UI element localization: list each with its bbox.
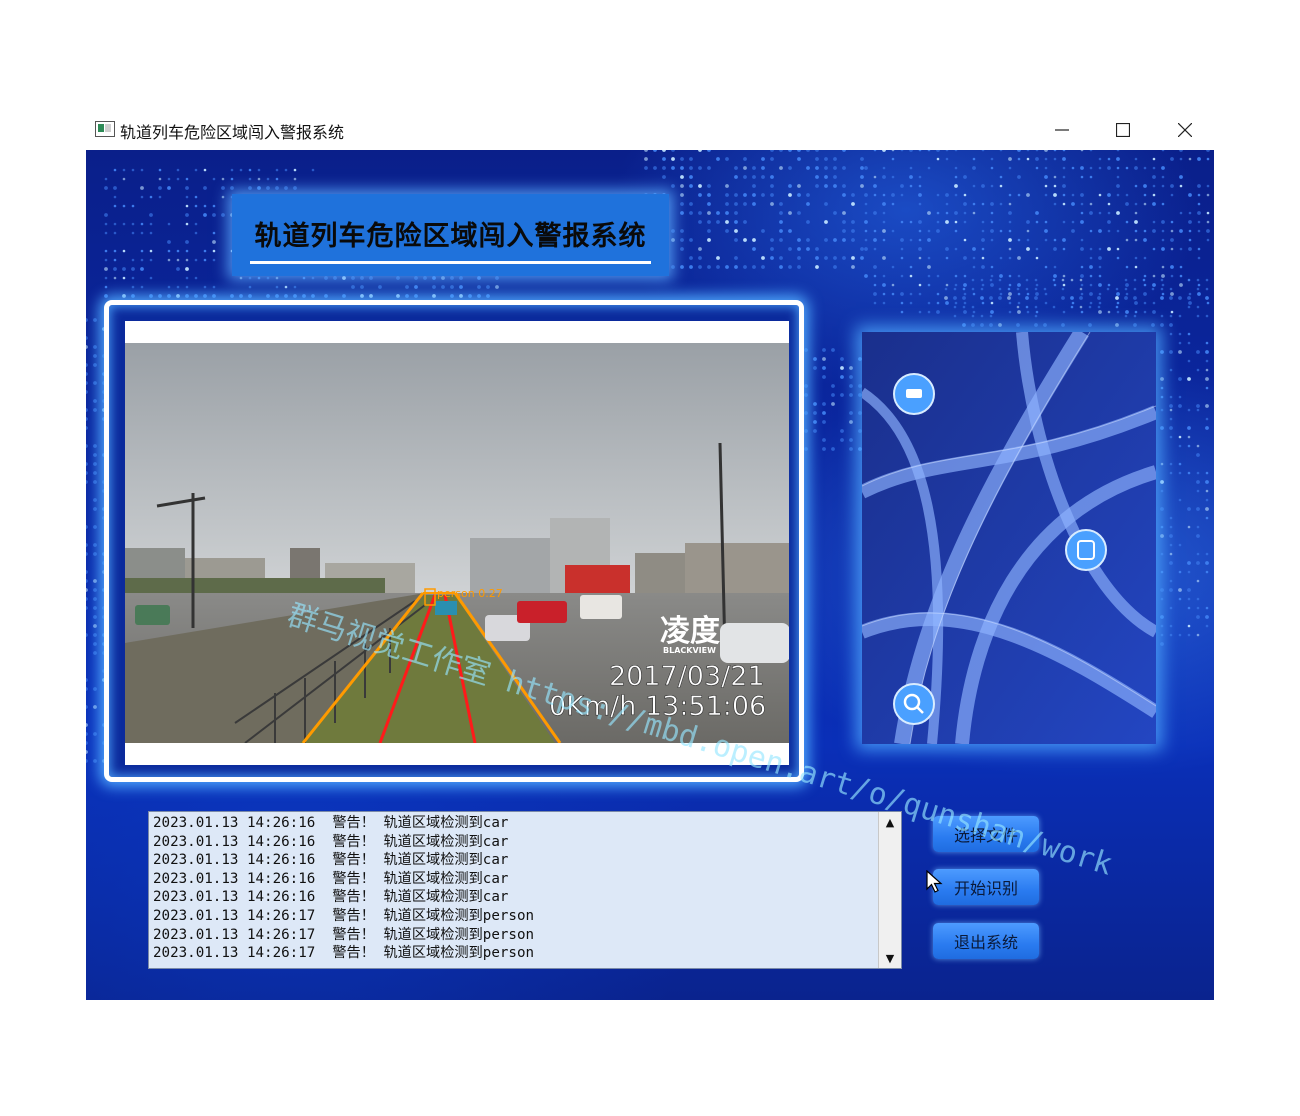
page-title: 轨道列车危险区域闯入警报系统 bbox=[254, 221, 647, 252]
title-banner: 轨道列车危险区域闯入警报系统 bbox=[232, 194, 669, 276]
scroll-down-button[interactable]: ▼ bbox=[879, 948, 901, 968]
app-icon bbox=[95, 121, 115, 137]
window-title: 轨道列车危险区域闯入警报系统 bbox=[120, 123, 345, 142]
video-display: person 0.27 凌度 BLACKVIEW 2017/03/21 0Km/… bbox=[125, 321, 789, 765]
close-button[interactable] bbox=[1160, 110, 1210, 150]
log-entry: 2023.01.13 14:26:16 警告！ 轨道区域检测到car bbox=[153, 870, 509, 887]
video-date: 2017/03/21 bbox=[609, 661, 765, 692]
log-entry: 2023.01.13 14:26:16 警告！ 轨道区域检测到car bbox=[153, 815, 509, 831]
minimize-icon bbox=[1055, 129, 1069, 131]
scroll-thumb[interactable] bbox=[882, 834, 897, 884]
log-entry: 2023.01.13 14:26:17 警告！ 轨道区域检测到person bbox=[153, 926, 535, 943]
log-entry: 2023.01.13 14:26:17 警告！ 轨道区域检测到person bbox=[153, 907, 535, 924]
log-entry: 2023.01.13 14:26:16 警告！ 轨道区域检测到car bbox=[153, 833, 509, 850]
mouse-cursor-icon bbox=[926, 870, 943, 893]
alert-log-list[interactable]: 2023.01.13 14:26:16 警告！ 轨道区域检测到car 2023.… bbox=[148, 811, 902, 969]
log-scrollbar[interactable]: ▲ ▼ bbox=[878, 812, 901, 968]
exit-system-button[interactable]: 退出系统 bbox=[933, 923, 1039, 959]
log-entry: 2023.01.13 14:26:16 警告！ 轨道区域检测到car bbox=[153, 889, 509, 906]
detection-label: person 0.27 bbox=[437, 587, 503, 600]
city-overpass-image bbox=[862, 332, 1156, 744]
window-titlebar[interactable]: 轨道列车危险区域闯入警报系统 bbox=[86, 110, 1214, 150]
log-entry: 2023.01.13 14:26:17 警告！ 轨道区域检测到person bbox=[153, 945, 535, 962]
log-entry: 2023.01.13 14:26:16 警告！ 轨道区域检测到car bbox=[153, 852, 509, 869]
start-recognition-button[interactable]: 开始识别 bbox=[933, 869, 1039, 905]
dashcam-brand-sub: BLACKVIEW bbox=[663, 646, 716, 655]
triangle-down-icon: ▼ bbox=[885, 951, 895, 965]
minimize-button[interactable] bbox=[1037, 110, 1087, 150]
close-icon bbox=[1178, 123, 1192, 137]
dashcam-brand: 凌度 bbox=[660, 614, 720, 649]
maximize-icon bbox=[1116, 123, 1130, 137]
video-frame: person 0.27 凌度 BLACKVIEW 2017/03/21 0Km/… bbox=[104, 300, 804, 782]
maximize-button[interactable] bbox=[1098, 110, 1148, 150]
title-underline bbox=[250, 261, 651, 264]
main-panel: 轨道列车危险区域闯入警报系统 person 0.27 凌度 BLACKVIEW … bbox=[86, 150, 1214, 1000]
